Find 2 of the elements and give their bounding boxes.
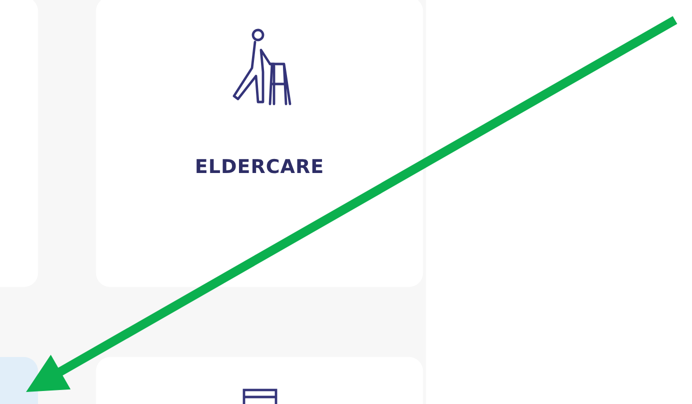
service-card[interactable]: ELDERCARE — [96, 0, 423, 287]
card-label: ELDERCARE — [194, 156, 324, 178]
